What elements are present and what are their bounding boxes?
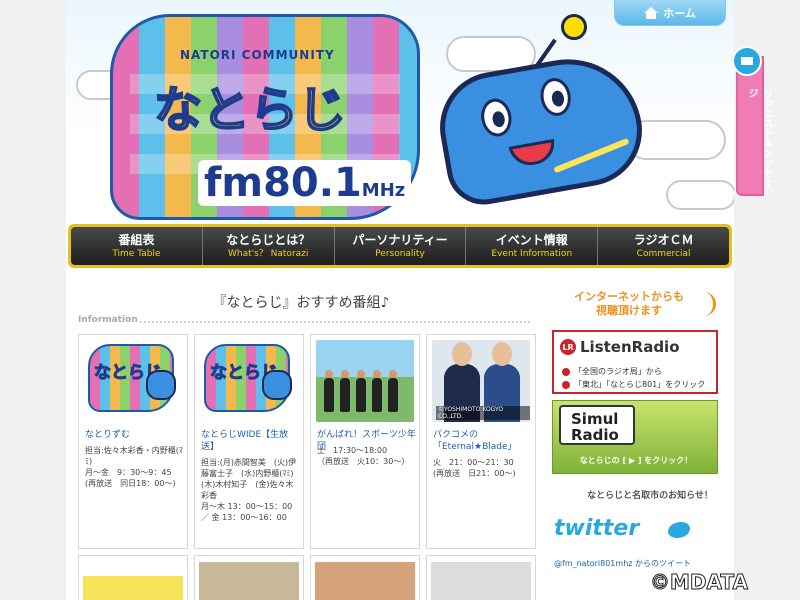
nav-label: なとらじとは？: [226, 232, 311, 247]
tweet-link[interactable]: @fm_natori801mhz からのツイート: [554, 558, 691, 569]
listenradio-step1: 「全国のラジオ局」から: [574, 367, 662, 376]
right-sidebar: インターネットからも 視聴頂けます LR ListenRadio 「全国のラジオ局…: [550, 282, 734, 600]
main-content: 『なとらじ』おすすめ番組♪ Information なとらじ なとりずむ 担当:…: [66, 282, 536, 600]
nav-sublabel: Commercial: [636, 248, 691, 259]
site-logo[interactable]: NATORI COMMUNITY なとらじ fm80.1MHz: [110, 14, 420, 220]
logo-freq-unit: MHz: [361, 180, 406, 201]
home-label: ホーム: [663, 6, 696, 20]
simulradio-caption: なとらじの [ ▶ ] をクリック！: [579, 456, 693, 465]
request-tab-label: リクエスト＆メッセージ: [746, 88, 772, 188]
program-thumbnail: [316, 340, 414, 422]
listenradio-logo: ListenRadio: [580, 338, 680, 356]
nav-sublabel: Time Table: [112, 248, 161, 259]
simulradio-logo: Simul Radio: [571, 410, 619, 444]
watermark: ©MDATA: [650, 570, 749, 595]
logo-subtitle: NATORI COMMUNITY: [180, 48, 335, 62]
program-thumbnail: なとらじ: [84, 340, 182, 422]
mascot-body: [431, 47, 651, 211]
nav-label: ラジオＣＭ: [633, 232, 694, 247]
request-message-tab[interactable]: リクエスト＆メッセージ: [732, 46, 772, 196]
program-thumbnail: なとらじ: [200, 340, 298, 422]
listenradio-banner[interactable]: LR ListenRadio 「全国のラジオ局」から 「東北」「なとらじ801」を…: [552, 330, 718, 394]
nav-label: パーソナリティー: [352, 232, 448, 247]
nav-personality[interactable]: パーソナリティー Personality: [334, 227, 467, 265]
program-title[interactable]: なとらじWIDE【生放送】: [201, 429, 301, 453]
program-details: 担当:(月)赤間智美 (火)伊藤富士子 (水)内野櫃(ﾏﾐ) (木)木村知子 (…: [201, 458, 297, 522]
notice-heading: なとらじと名取市のお知らせ！: [587, 491, 713, 501]
mascot-mouth: [508, 138, 558, 169]
main-navigation: 番組表 Time Table なとらじとは？ What's？ Natorazi パー…: [68, 224, 732, 268]
nav-label: イベント情報: [495, 232, 568, 247]
logo-frequency: fm80.1MHz: [198, 160, 412, 206]
nav-label: 番組表: [118, 232, 155, 247]
antenna-ball: [561, 14, 587, 40]
listenradio-step2: 「東北」「なとらじ801」をクリック: [574, 380, 706, 389]
nav-sublabel: Event Information: [491, 248, 573, 259]
program-details: 担当:佐々木彩香・内野櫃(ﾏﾐ) 月〜金 9：30〜9：45 (再放送 同日18…: [85, 446, 183, 488]
nav-sublabel: What's？ Natorazi: [227, 248, 309, 259]
mascot-illustration: [421, 14, 661, 219]
nav-events[interactable]: イベント情報 Event Information: [466, 227, 599, 265]
logo-freq-number: fm80.1: [204, 160, 362, 206]
nav-commercial[interactable]: ラジオＣＭ Commercial: [598, 227, 729, 265]
simulradio-banner[interactable]: Simul Radio なとらじの [ ▶ ] をクリック！: [552, 400, 718, 474]
program-title[interactable]: パクコメの「Eternal★Blade」: [433, 429, 533, 453]
program-card[interactable]: ©YOSHIMOTO KOGYO CO.,LTD. パクコメの「Eternal★…: [426, 334, 536, 549]
nav-about[interactable]: なとらじとは？ What's？ Natorazi: [202, 227, 335, 265]
photo-copyright: ©YOSHIMOTO KOGYO CO.,LTD.: [436, 406, 530, 420]
twitter-bird-icon: [668, 522, 690, 538]
program-title[interactable]: なとりずむ: [85, 429, 185, 441]
mail-icon: [732, 46, 762, 76]
logo-name: なとらじ: [153, 81, 347, 139]
page: ホーム NATORI COMMUNITY なとらじ fm80.1MHz 番組表 T…: [66, 0, 734, 600]
header: ホーム NATORI COMMUNITY なとらじ fm80.1MHz: [66, 0, 734, 225]
section-title: 『なとらじ』おすすめ番組♪: [212, 295, 390, 311]
signal-waves-icon: [702, 292, 716, 316]
twitter-logo[interactable]: twitter: [554, 516, 639, 541]
program-thumbnail: ©YOSHIMOTO KOGYO CO.,LTD.: [432, 340, 530, 422]
program-card[interactable]: [426, 555, 536, 600]
information-heading: Information: [78, 315, 533, 329]
program-card[interactable]: なとらじ なとらじWIDE【生放送】 担当:(月)赤間智美 (火)伊藤富士子 (…: [194, 334, 304, 549]
program-details: 火 21：00〜21：30 (再放送 日21：00〜): [433, 458, 516, 478]
program-card[interactable]: [194, 555, 304, 600]
program-card[interactable]: [78, 555, 188, 600]
program-card[interactable]: [310, 555, 420, 600]
program-details: 土 17:30〜18:00 （再放送 火10：30〜）: [317, 446, 410, 466]
program-card[interactable]: なとらじ なとりずむ 担当:佐々木彩香・内野櫃(ﾏﾐ) 月〜金 9：30〜9：4…: [78, 334, 188, 549]
cloud-decoration: [666, 180, 734, 210]
program-card[interactable]: がんばれ！スポーツ少年団 土 17:30〜18:00 （再放送 火10：30〜）: [310, 334, 420, 549]
nav-sublabel: Personality: [375, 248, 425, 259]
mascot-eye: [478, 96, 515, 139]
mascot-eye: [537, 75, 574, 119]
internet-listening-heading: インターネットからも 視聴頂けます: [574, 290, 684, 317]
left-background: [0, 0, 66, 600]
listenradio-icon: LR: [560, 339, 576, 355]
nav-time-table[interactable]: 番組表 Time Table: [71, 227, 203, 265]
